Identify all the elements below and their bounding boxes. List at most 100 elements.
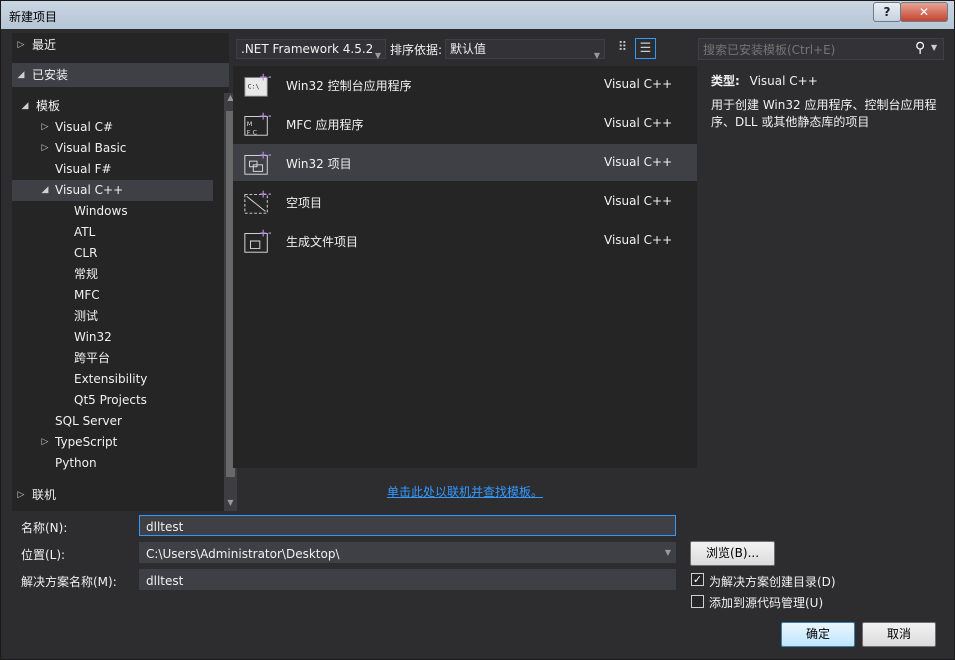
- tree-item[interactable]: ATL: [12, 222, 213, 243]
- find-templates-online-link[interactable]: 单击此处以联机并查找模板。: [387, 483, 543, 500]
- dropdown-arrow-icon[interactable]: ▼: [665, 548, 671, 557]
- category-recent-label: 最近: [32, 38, 57, 52]
- search-icon[interactable]: ⚲: [915, 40, 925, 56]
- solution-name-input[interactable]: [144, 572, 648, 590]
- cancel-button[interactable]: 取消: [862, 622, 936, 647]
- template-item[interactable]: 生成文件项目 Visual C++: [233, 222, 697, 259]
- title-bar: 新建项目 ? ✕: [1, 1, 954, 29]
- search-options-icon[interactable]: ▼: [931, 43, 937, 52]
- small-icons-view-button[interactable]: ⠿: [612, 38, 633, 59]
- category-online-label: 联机: [32, 488, 57, 502]
- expand-arrow-icon[interactable]: ▷: [16, 35, 26, 56]
- help-button[interactable]: ?: [873, 2, 901, 22]
- tree-item[interactable]: Extensibility: [12, 369, 213, 390]
- category-templates[interactable]: ◢ 模板: [12, 96, 229, 117]
- framework-select[interactable]: .NET Framework 4.5.2 ▼: [236, 39, 386, 60]
- dialog-title: 新建项目: [9, 10, 58, 24]
- console-app-icon: C:\: [244, 71, 271, 97]
- dropdown-arrow-icon: ▼: [374, 51, 381, 60]
- template-name: Win32 控制台应用程序: [286, 79, 412, 93]
- tree-item[interactable]: ▷ Visual C#: [12, 117, 213, 138]
- tree-item[interactable]: Windows: [12, 201, 213, 222]
- tree-item[interactable]: Visual F#: [12, 159, 213, 180]
- expand-arrow-icon[interactable]: ▷: [40, 432, 50, 453]
- search-box[interactable]: ⚲ ▼: [698, 38, 944, 60]
- grid-icon: ⠿: [617, 40, 628, 55]
- template-list: C:\ Win32 控制台应用程序 Visual C++ M F C MFC 应用程序 Vi…: [233, 66, 697, 468]
- svg-text:F C: F C: [247, 128, 258, 136]
- tree-item-label: Visual C++: [55, 183, 124, 197]
- details-pane: 类型: Visual C++ 用于创建 Win32 应用程序、控制台应用程序、D…: [703, 66, 943, 468]
- expand-arrow-icon[interactable]: ▷: [16, 485, 26, 506]
- template-item[interactable]: Win32 项目 Visual C++: [233, 144, 697, 181]
- name-field[interactable]: [139, 515, 676, 536]
- tree-item-label: Extensibility: [74, 372, 148, 386]
- makefile-project-icon: [244, 227, 271, 253]
- tree-item-label: ATL: [74, 225, 96, 239]
- template-item[interactable]: C:\ Win32 控制台应用程序 Visual C++: [233, 66, 697, 103]
- tree-item[interactable]: 常规: [12, 264, 213, 285]
- framework-value: .NET Framework 4.5.2: [241, 42, 374, 56]
- svg-text:C:\: C:\: [248, 83, 260, 91]
- category-templates-label: 模板: [36, 99, 61, 113]
- tree-item-label: Win32: [74, 330, 112, 344]
- template-language: Visual C++: [604, 233, 673, 247]
- tree-item[interactable]: SQL Server: [12, 411, 213, 432]
- search-input[interactable]: [701, 40, 910, 59]
- collapse-arrow-icon[interactable]: ◢: [20, 96, 30, 117]
- name-input[interactable]: [144, 518, 648, 536]
- tree-item[interactable]: ◢ Visual C++: [12, 180, 213, 201]
- tree-item-label: Windows: [74, 204, 128, 218]
- tree-item[interactable]: CLR: [12, 243, 213, 264]
- category-pane: ▷ 最近 ◢ 已安装 ◢ 模板 ▷ Visual C# ▷ Visual Basic V…: [12, 33, 237, 511]
- expand-arrow-icon[interactable]: ▷: [40, 138, 50, 159]
- sort-value: 默认值: [450, 42, 487, 56]
- collapse-arrow-icon[interactable]: ◢: [16, 63, 26, 87]
- tree-item[interactable]: MFC: [12, 285, 213, 306]
- tree-item[interactable]: ▷ Visual Basic: [12, 138, 213, 159]
- category-online[interactable]: ▷ 联机: [12, 485, 229, 506]
- template-item[interactable]: 空项目 Visual C++: [233, 183, 697, 220]
- add-source-control-checkbox[interactable]: [691, 595, 704, 608]
- template-item[interactable]: MF C MFC 应用程序 Visual C++: [233, 105, 697, 142]
- tree-item[interactable]: 跨平台: [12, 348, 213, 369]
- tree-item[interactable]: ▷ TypeScript: [12, 432, 213, 453]
- collapse-arrow-icon[interactable]: ◢: [40, 180, 50, 201]
- expand-arrow-icon[interactable]: ▷: [40, 117, 50, 138]
- name-label: 名称(N):: [21, 521, 68, 535]
- mfc-app-icon: MF C: [244, 110, 271, 136]
- solution-name-field[interactable]: [139, 569, 676, 590]
- create-directory-checkbox[interactable]: ✓: [691, 573, 704, 586]
- category-installed[interactable]: ◢ 已安装: [12, 63, 229, 87]
- template-language: Visual C++: [604, 194, 673, 208]
- close-button[interactable]: ✕: [900, 2, 948, 22]
- template-language: Visual C++: [604, 77, 673, 91]
- tree-item-label: 跨平台: [74, 351, 111, 365]
- tree-item[interactable]: Win32: [12, 327, 213, 348]
- tree-item-label: Qt5 Projects: [74, 393, 147, 407]
- new-project-dialog: 新建项目 ? ✕ ▷ 最近 ◢ 已安装 ◢ 模板 ▷ Visual C# ▷ Visu…: [0, 0, 955, 660]
- tree-item-label: MFC: [74, 288, 100, 302]
- ok-button[interactable]: 确定: [781, 622, 855, 647]
- type-line: 类型: Visual C++: [711, 72, 818, 89]
- category-recent[interactable]: ▷ 最近: [12, 35, 229, 56]
- win32-project-icon: [244, 149, 271, 175]
- tree-item-label: 常规: [74, 267, 99, 281]
- add-source-control-label: 添加到源代码管理(U): [709, 596, 824, 610]
- tree-item[interactable]: Python: [12, 453, 213, 474]
- type-value: Visual C++: [749, 74, 818, 88]
- list-view-button[interactable]: ☰: [635, 38, 656, 59]
- list-icon: ☰: [639, 41, 652, 56]
- location-label: 位置(L):: [21, 548, 66, 562]
- tree-item-label: Visual C#: [55, 120, 114, 134]
- sort-select[interactable]: 默认值 ▼: [445, 39, 605, 60]
- tree-item[interactable]: Qt5 Projects: [12, 390, 213, 411]
- dropdown-arrow-icon: ▼: [593, 51, 600, 60]
- tree-item-label: CLR: [74, 246, 98, 260]
- location-input[interactable]: [144, 545, 648, 563]
- browse-button[interactable]: 浏览(B)...: [690, 541, 775, 566]
- solution-name-label: 解决方案名称(M):: [21, 575, 117, 589]
- tree-item-label: 测试: [74, 309, 99, 323]
- tree-item[interactable]: 测试: [12, 306, 213, 327]
- location-combobox[interactable]: ▼: [139, 542, 676, 563]
